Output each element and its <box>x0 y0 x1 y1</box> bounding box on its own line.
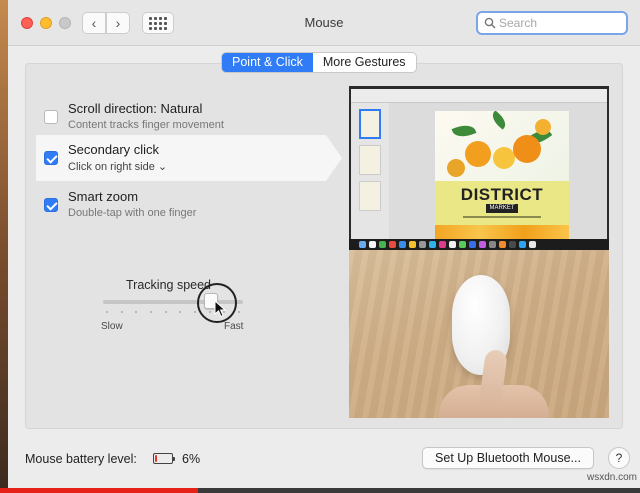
preview-dock <box>349 239 609 250</box>
option-title: Smart zoom <box>68 189 139 204</box>
battery-label: Mouse battery level: <box>25 452 137 466</box>
document-caption-line <box>463 216 541 218</box>
preview-toolbar <box>351 89 607 103</box>
document-title: DISTRICT <box>460 185 544 204</box>
battery-percent: 6% <box>182 452 201 466</box>
option-title: Secondary click <box>68 142 160 157</box>
desk-surface <box>349 250 609 418</box>
battery-icon <box>153 453 175 464</box>
page-thumbnail <box>359 145 381 175</box>
document-subtitle: MARKET <box>486 204 518 213</box>
scroll-direction-checkbox[interactable] <box>44 110 58 124</box>
slider-tick <box>135 311 138 313</box>
secondary-click-checkbox[interactable] <box>44 151 58 165</box>
video-progress-fill <box>0 488 199 493</box>
search-field[interactable] <box>476 11 628 35</box>
status-bar: Mouse battery level: 6% Set Up Bluetooth… <box>25 447 630 473</box>
option-scroll-direction[interactable]: Scroll direction: Natural Content tracks… <box>36 94 326 140</box>
tab-more-gestures[interactable]: More Gestures <box>313 53 416 72</box>
tab-bar: Point & Click More Gestures <box>221 52 417 73</box>
search-icon <box>484 17 496 29</box>
option-secondary-click[interactable]: Secondary click Click on right side ⌄ <box>36 135 342 181</box>
option-smart-zoom[interactable]: Smart zoom Double-tap with one finger <box>36 182 326 228</box>
selection-arrow <box>326 135 342 181</box>
title-bar: ‹ › Mouse <box>8 0 640 46</box>
slider-tick <box>164 311 167 313</box>
slider-tick <box>149 311 152 313</box>
help-button[interactable]: ? <box>608 447 630 469</box>
page-thumbnail <box>359 109 381 139</box>
document-bottom-photo <box>435 225 569 239</box>
slider-tick <box>179 311 182 313</box>
slow-label: Slow <box>101 321 123 332</box>
page-thumbnail <box>359 181 381 211</box>
slider-tick <box>106 311 108 313</box>
search-input[interactable] <box>499 16 619 30</box>
preview-screen: DISTRICT MARKET <box>349 86 609 250</box>
option-subtitle: Content tracks finger movement <box>68 119 224 131</box>
slider-tick <box>120 311 123 313</box>
option-subtitle: Double-tap with one finger <box>68 207 197 219</box>
video-progress-bar[interactable] <box>0 488 640 493</box>
preview-sidebar <box>351 103 389 239</box>
fast-label: Fast <box>224 321 244 332</box>
watermark: wsxdn.com <box>587 472 638 483</box>
option-title: Scroll direction: Natural <box>68 101 203 116</box>
gesture-preview-video: DISTRICT MARKET <box>349 86 609 418</box>
slider-tick <box>237 311 240 313</box>
mouse-pointer-icon <box>214 300 226 318</box>
preview-document: DISTRICT MARKET <box>435 111 569 239</box>
setup-bluetooth-mouse-button[interactable]: Set Up Bluetooth Mouse... <box>422 447 594 469</box>
mouse-preferences-window: ‹ › Mouse Point & Click More Gestures <box>8 0 640 493</box>
fruit-photo <box>435 111 569 181</box>
tracking-speed-label: Tracking speed <box>126 278 211 292</box>
battery-level-fill <box>155 455 157 462</box>
slider-tick <box>193 311 196 313</box>
secondary-click-dropdown[interactable]: Click on right side ⌄ <box>68 160 167 173</box>
smart-zoom-checkbox[interactable] <box>44 198 58 212</box>
tab-point-and-click[interactable]: Point & Click <box>222 53 313 72</box>
